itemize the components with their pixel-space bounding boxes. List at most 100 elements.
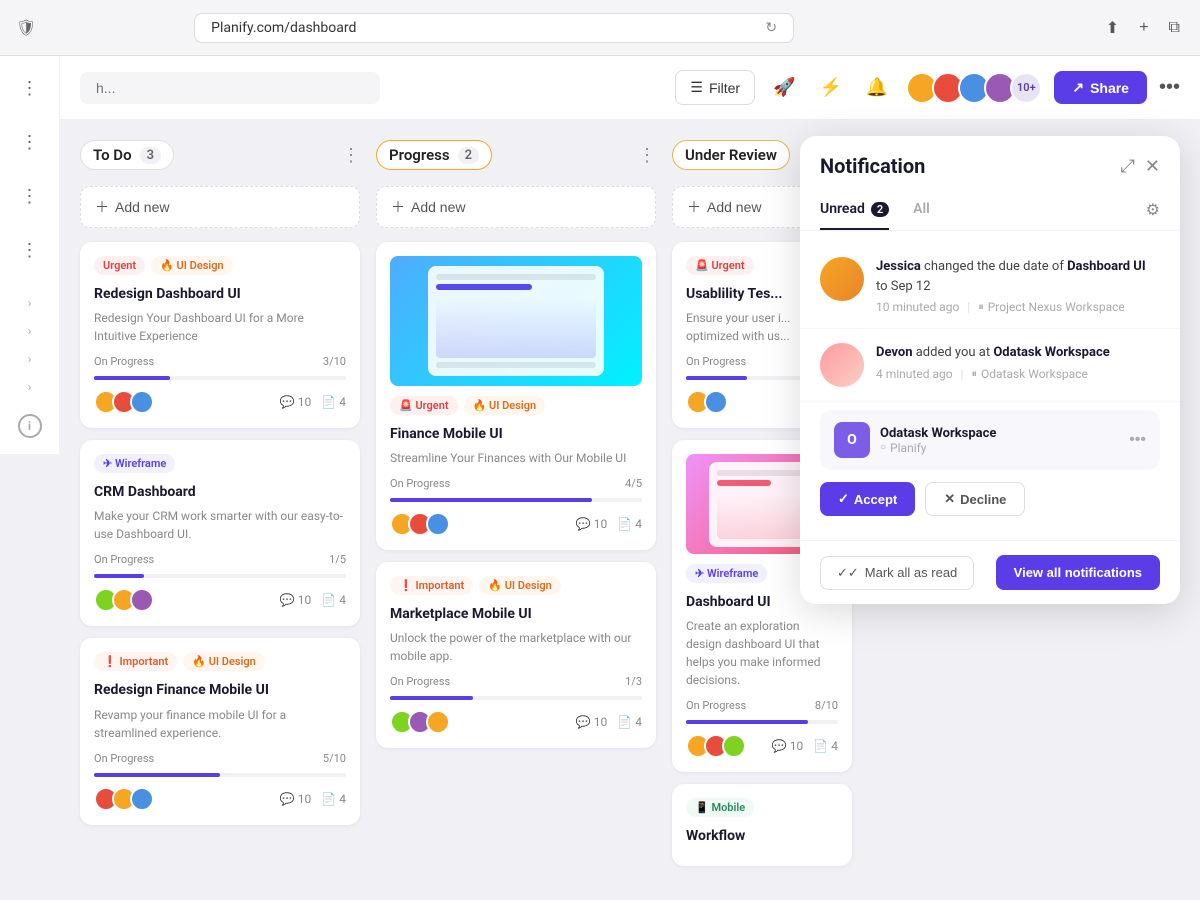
progress-val: 3/10 xyxy=(323,355,346,368)
card-progress-row: On Progress 8/10 xyxy=(686,699,838,712)
share-button[interactable]: ↗ Share xyxy=(1054,71,1147,104)
unread-badge: 2 xyxy=(871,202,889,217)
card-avatar-3 xyxy=(130,390,154,414)
expand-icon-4[interactable]: › xyxy=(28,380,32,394)
progress-fill xyxy=(390,498,592,502)
filter-button[interactable]: ☰ Filter xyxy=(675,70,755,105)
col-header-progress: Progress 2 ⋮ xyxy=(376,140,656,170)
tag-important: ❗ Important xyxy=(390,576,473,595)
checkmark-icon: ✓ xyxy=(838,491,849,507)
progress-label: On Progress xyxy=(94,355,154,368)
card-tags: ❗ Important 🔥 UI Design xyxy=(94,652,346,671)
progress-val: 5/10 xyxy=(323,752,346,765)
progress-fill xyxy=(94,574,144,578)
search-input[interactable] xyxy=(80,72,380,104)
card-title: Finance Mobile UI xyxy=(390,425,642,443)
tab-unread[interactable]: Unread 2 xyxy=(820,190,889,230)
card-avatars xyxy=(94,390,154,414)
tag-urgent: 🚨 Urgent xyxy=(390,396,458,415)
progress-label: On Progress xyxy=(686,699,746,712)
progress-fill xyxy=(94,376,170,380)
lightning-icon-btn[interactable]: ⚡ xyxy=(813,71,847,104)
dots-icon-2: ⋮ xyxy=(21,134,39,152)
progress-val: 8/10 xyxy=(815,699,838,712)
col-menu-progress[interactable]: ⋮ xyxy=(638,145,656,166)
expand-icon-1[interactable]: › xyxy=(28,296,32,310)
view-all-notifications-button[interactable]: View all notifications xyxy=(996,555,1160,590)
card-avatar-2 xyxy=(704,390,728,414)
notification-item-jessica: Jessica changed the due date of Dashboar… xyxy=(800,243,1180,329)
card-footer: 💬 10 📄 4 xyxy=(94,390,346,414)
card-desc: Unlock the power of the marketplace with… xyxy=(390,629,642,665)
rocket-icon-btn[interactable]: 🚀 xyxy=(767,71,801,104)
sidebar-item-4[interactable]: ⋮ xyxy=(13,234,47,268)
notification-settings-btn[interactable]: ⚙ xyxy=(1146,190,1160,230)
bell-icon-btn[interactable]: 🔔 xyxy=(860,71,894,104)
card-tags: 📱 Mobile xyxy=(686,798,838,817)
card-meta: 💬 10 📄 4 xyxy=(280,593,346,607)
share-icon: ↗ xyxy=(1072,79,1084,96)
workspace-info: Odatask Workspace ○ Planify xyxy=(880,426,1119,455)
files-count: 📄 4 xyxy=(813,739,838,753)
col-title-progress: Progress xyxy=(389,146,450,164)
card-title: Workflow xyxy=(686,827,838,845)
expand-icon-2[interactable]: › xyxy=(28,324,32,338)
tabs-btn[interactable]: ⧉ xyxy=(1165,15,1184,41)
workspace-more-btn[interactable]: ••• xyxy=(1129,431,1146,449)
new-tab-btn[interactable]: + xyxy=(1135,15,1152,41)
tag-ui-design: 🔥 UI Design xyxy=(479,576,561,595)
sidebar-item-1[interactable]: ⋮ xyxy=(13,72,47,106)
decline-button[interactable]: ✕ Decline xyxy=(925,482,1025,516)
progress-label: On Progress xyxy=(390,477,450,490)
col-menu-todo[interactable]: ⋮ xyxy=(342,145,360,166)
avatar-group: 10+ xyxy=(906,72,1042,104)
share-browser-btn[interactable]: ⬆ xyxy=(1102,14,1123,42)
card-progress-row: On Progress 1/5 xyxy=(94,553,346,566)
info-icon[interactable]: i xyxy=(18,414,42,438)
sidebar-item-2[interactable]: ⋮ xyxy=(13,126,47,160)
notification-item-devon: Devon added you at Odatask Workspace 4 m… xyxy=(800,329,1180,402)
card-desc: Make your CRM work smarter with our easy… xyxy=(94,507,346,543)
progress-bar xyxy=(390,696,642,700)
reload-icon[interactable]: ↻ xyxy=(765,20,777,36)
comments-count: 💬 10 xyxy=(772,739,803,753)
card-tags: ✈ Wireframe xyxy=(94,454,346,473)
notification-body: Jessica changed the due date of Dashboar… xyxy=(800,231,1180,540)
progress-fill xyxy=(686,376,747,380)
notification-panel: Notification ⤢ ✕ Unread 2 All ⚙ Jessica … xyxy=(800,136,1180,604)
files-count: 📄 4 xyxy=(321,395,346,409)
more-button[interactable]: ••• xyxy=(1159,76,1180,99)
dots-icon-3: ⋮ xyxy=(21,188,39,206)
card-thumbnail xyxy=(390,256,642,386)
card-desc: Redesign Your Dashboard UI for a More In… xyxy=(94,309,346,345)
add-new-progress[interactable]: ＋ Add new xyxy=(376,186,656,228)
address-bar[interactable]: Planify.com/dashboard ↻ xyxy=(194,13,794,43)
notification-header: Notification ⤢ ✕ xyxy=(800,136,1180,190)
expand-notification-btn[interactable]: ⤢ xyxy=(1121,156,1135,177)
time-text: 10 minuted ago xyxy=(876,300,959,314)
expand-icon-3[interactable]: › xyxy=(28,352,32,366)
card-meta: 💬 10 📄 4 xyxy=(280,792,346,806)
card-progress-row: On Progress 4/5 xyxy=(390,477,642,490)
check-double-icon: ✓✓ xyxy=(837,565,859,581)
tag-ui-design: 🔥 UI Design xyxy=(151,256,233,275)
mark-all-read-button[interactable]: ✓✓ Mark all as read xyxy=(820,556,974,590)
sidebar-item-3[interactable]: ⋮ xyxy=(13,180,47,214)
notification-title: Notification xyxy=(820,154,925,178)
card-desc: Streamline Your Finances with Our Mobile… xyxy=(390,449,642,467)
avatar-count: 10+ xyxy=(1010,72,1042,104)
card-marketplace: ❗ Important 🔥 UI Design Marketplace Mobi… xyxy=(376,562,656,748)
sidebar-bottom: i xyxy=(18,414,42,438)
workspace-name: Odatask Workspace xyxy=(880,426,1119,441)
progress-bar xyxy=(94,574,346,578)
accept-button[interactable]: ✓ Accept xyxy=(820,482,915,516)
card-redesign-dashboard: Urgent 🔥 UI Design Redesign Dashboard UI… xyxy=(80,242,360,428)
card-avatars xyxy=(94,787,154,811)
add-new-todo[interactable]: ＋ Add new xyxy=(80,186,360,228)
tab-all[interactable]: All xyxy=(913,190,930,230)
card-progress-row: On Progress 3/10 xyxy=(94,355,346,368)
tag-urgent: 🚨 Urgent xyxy=(686,256,754,275)
card-title: CRM Dashboard xyxy=(94,483,346,501)
card-avatars xyxy=(686,390,728,414)
close-notification-btn[interactable]: ✕ xyxy=(1145,156,1160,177)
